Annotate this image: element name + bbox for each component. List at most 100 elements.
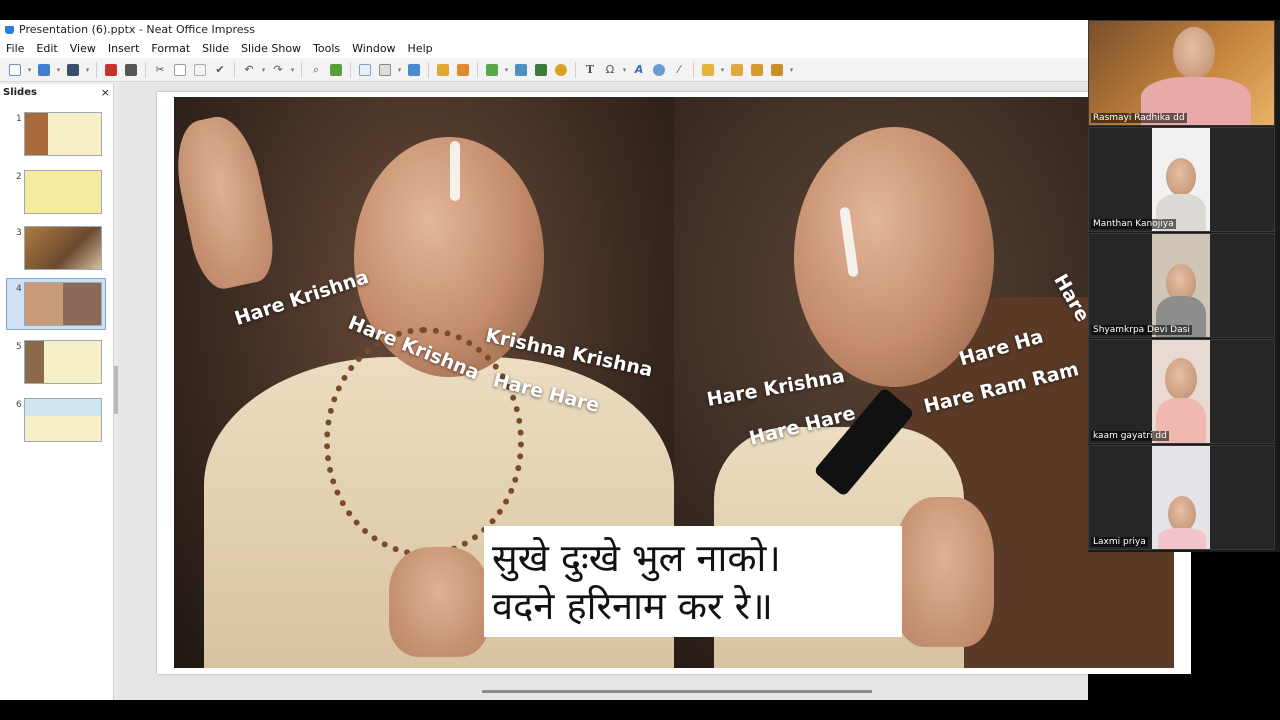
slide-preview	[24, 398, 102, 442]
slide-preview	[24, 170, 102, 214]
toolbar-separator	[301, 61, 302, 78]
menu-bar: File Edit View Insert Format Slide Slide…	[0, 39, 1088, 58]
print-icon[interactable]	[122, 61, 140, 79]
open-dropdown-icon[interactable]: ▾	[55, 61, 62, 79]
menu-window[interactable]: Window	[346, 42, 401, 55]
slideshow-current-icon[interactable]	[454, 61, 472, 79]
start-slideshow-icon[interactable]	[434, 61, 452, 79]
menu-view[interactable]: View	[64, 42, 102, 55]
slide-number: 6	[16, 400, 22, 410]
save-dropdown-icon[interactable]: ▾	[84, 61, 91, 79]
distribute-icon[interactable]	[768, 61, 786, 79]
toolbar-separator	[145, 61, 146, 78]
undo-icon[interactable]: ↶	[240, 61, 258, 79]
participant-tile[interactable]: Manthan Kanojiya	[1088, 127, 1275, 232]
text-box-icon[interactable]: T	[581, 61, 599, 79]
copy-icon[interactable]	[171, 61, 189, 79]
slide-number: 3	[16, 228, 22, 238]
special-character-icon[interactable]: Ω	[601, 61, 619, 79]
display-views-icon[interactable]	[376, 61, 394, 79]
standard-toolbar: ▾ ▾ ▾ ✂ ✔ ↶ ▾ ↷ ▾ ⌕ ▾ ▾ T Ω ▾ A ⁄ ▾ ▾	[0, 58, 1088, 82]
toolbar-separator	[96, 61, 97, 78]
participant-name: Manthan Kanojiya	[1091, 219, 1176, 229]
clone-formatting-icon[interactable]: ✔	[211, 61, 229, 79]
find-replace-icon[interactable]: ⌕	[307, 61, 325, 79]
window-title: Presentation (6).pptx - Neat Office Impr…	[19, 23, 256, 36]
slide-thumbnail-1[interactable]: 1	[0, 112, 112, 162]
menu-help[interactable]: Help	[402, 42, 439, 55]
screen: Presentation (6).pptx - Neat Office Impr…	[0, 0, 1280, 720]
participant-tile[interactable]: kaam gayatri dd	[1088, 339, 1275, 444]
new-slide-dropdown-icon[interactable]: ▾	[503, 61, 510, 79]
open-folder-icon[interactable]	[35, 61, 53, 79]
menu-file[interactable]: File	[0, 42, 30, 55]
slide-number: 1	[16, 114, 22, 124]
chant-text: Hare Krishna	[705, 365, 847, 411]
display-views-dropdown-icon[interactable]: ▾	[396, 61, 403, 79]
undo-dropdown-icon[interactable]: ▾	[260, 61, 267, 79]
special-character-dropdown-icon[interactable]: ▾	[621, 61, 628, 79]
menu-edit[interactable]: Edit	[30, 42, 63, 55]
menu-slide[interactable]: Slide	[196, 42, 235, 55]
slide-number: 2	[16, 172, 22, 182]
toolbar-separator	[234, 61, 235, 78]
menu-tools[interactable]: Tools	[307, 42, 346, 55]
participant-name: Laxmi priya	[1091, 537, 1148, 547]
participant-video	[1152, 340, 1210, 443]
arrange-icon[interactable]	[728, 61, 746, 79]
caption-text-box[interactable]: सुखे दुःखे भुल नाको। वदने हरिनाम कर रे॥	[484, 526, 902, 637]
export-pdf-icon[interactable]	[102, 61, 120, 79]
slide-thumbnail-2[interactable]: 2	[0, 170, 112, 220]
slide-thumbnail-4[interactable]: 4	[0, 278, 112, 332]
participant-tile[interactable]: Laxmi priya	[1088, 445, 1275, 550]
redo-icon[interactable]: ↷	[269, 61, 287, 79]
insert-hyperlink-icon[interactable]	[650, 61, 668, 79]
draw-line-icon[interactable]: ⁄	[670, 61, 688, 79]
align-icon[interactable]	[748, 61, 766, 79]
slide-preview	[24, 282, 102, 326]
slide-preview	[24, 340, 102, 384]
menu-format[interactable]: Format	[145, 42, 196, 55]
new-dropdown-icon[interactable]: ▾	[26, 61, 33, 79]
close-pane-icon[interactable]: ×	[101, 86, 110, 99]
cut-icon[interactable]: ✂	[151, 61, 169, 79]
insert-table-icon[interactable]	[532, 61, 550, 79]
shapes-dropdown-icon[interactable]: ▾	[719, 61, 726, 79]
spelling-icon[interactable]	[327, 61, 345, 79]
master-slide-icon[interactable]	[405, 61, 423, 79]
insert-chart-icon[interactable]	[552, 61, 570, 79]
participant-name: Rasmayi Radhika dd	[1091, 113, 1187, 123]
paste-icon[interactable]	[191, 61, 209, 79]
grid-icon[interactable]	[356, 61, 374, 79]
impress-app-icon	[4, 24, 15, 35]
toolbar-separator	[350, 61, 351, 78]
toolbar-separator	[575, 61, 576, 78]
horizontal-scrollbar[interactable]	[482, 690, 872, 693]
slide-thumbnail-3[interactable]: 3	[0, 226, 112, 276]
new-slide-icon[interactable]	[483, 61, 501, 79]
slide-number: 5	[16, 342, 22, 352]
redo-dropdown-icon[interactable]: ▾	[289, 61, 296, 79]
slide-preview	[24, 112, 102, 156]
slide-thumbnail-5[interactable]: 5	[0, 340, 112, 390]
participant-tile[interactable]: Shyamkrpa Devi Dasi	[1088, 233, 1275, 338]
toolbar-separator	[693, 61, 694, 78]
new-document-icon[interactable]	[6, 61, 24, 79]
menu-slide-show[interactable]: Slide Show	[235, 42, 307, 55]
current-slide[interactable]: Hare Krishna Hare Krishna Krishna Krishn…	[157, 92, 1191, 674]
participant-name: kaam gayatri dd	[1091, 431, 1169, 441]
caption-line-1: सुखे दुःखे भुल नाको।	[492, 536, 781, 580]
shapes-icon[interactable]	[699, 61, 717, 79]
participant-tile[interactable]: Rasmayi Radhika dd	[1088, 20, 1275, 126]
slide-thumbnail-6[interactable]: 6	[0, 398, 112, 448]
fontwork-icon[interactable]: A	[630, 61, 648, 79]
participant-video	[1152, 446, 1210, 549]
raised-hand	[174, 110, 281, 294]
insert-image-icon[interactable]	[512, 61, 530, 79]
participant-video	[1173, 27, 1215, 79]
menu-insert[interactable]: Insert	[102, 42, 146, 55]
slides-pane-header: Slides ×	[0, 84, 113, 100]
save-icon[interactable]	[64, 61, 82, 79]
distribute-dropdown-icon[interactable]: ▾	[788, 61, 795, 79]
hand-with-cymbal	[389, 547, 489, 657]
